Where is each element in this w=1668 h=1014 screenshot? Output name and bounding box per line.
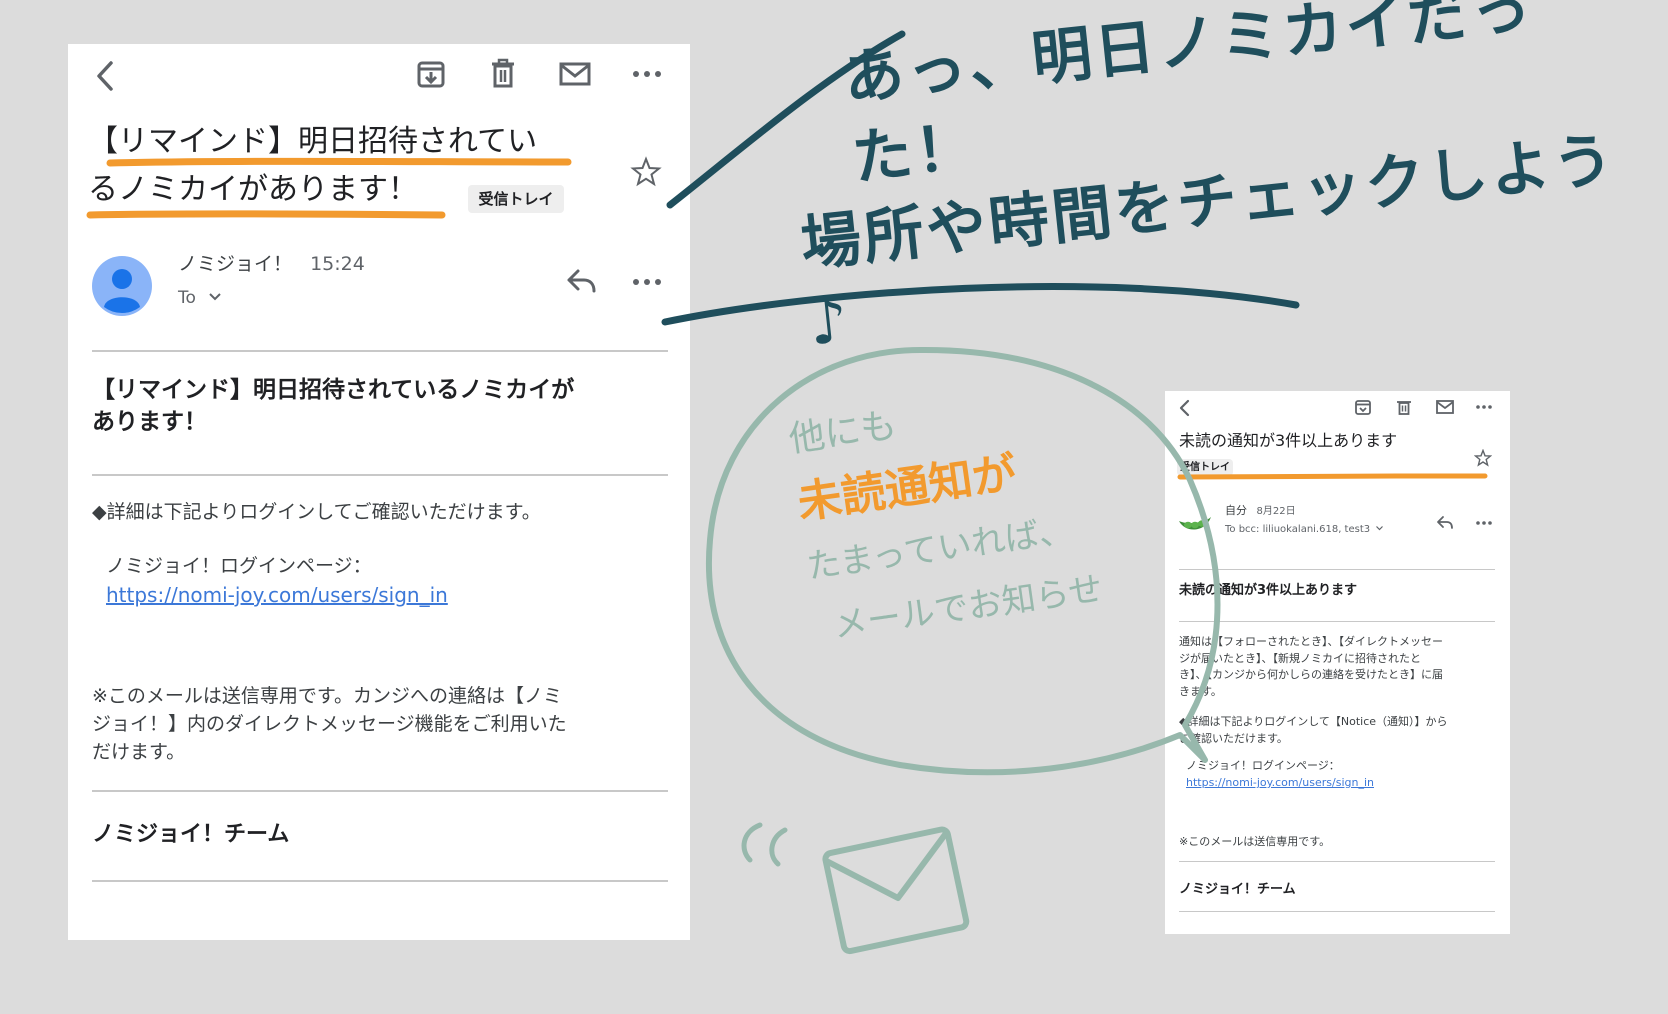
recipient-to: To	[178, 288, 196, 308]
chevron-down-icon	[1376, 526, 1384, 531]
body-heading: 【リマインド】明日招待されているノミカイが あります！	[92, 374, 672, 438]
inbox-label[interactable]: 受信トレイ	[468, 185, 564, 213]
recipient-row[interactable]: To bcc: liliuokalani.618, test3	[1225, 522, 1384, 538]
divider	[1179, 861, 1495, 862]
sender-row: ノミジョイ！ 15:24	[178, 250, 365, 278]
avatar[interactable]	[92, 256, 152, 316]
divider	[1179, 911, 1495, 912]
back-arrow-icon[interactable]	[1177, 398, 1193, 418]
note-line: ジョイ！】内のダイレクトメッセージ機能をご利用いた	[92, 713, 567, 735]
login-label: ノミジョイ！ログインページ：	[106, 555, 372, 577]
trash-icon[interactable]	[487, 57, 519, 91]
divider	[1179, 569, 1495, 570]
back-arrow-icon[interactable]	[92, 58, 120, 94]
sent-time: 15:24	[310, 253, 365, 275]
notification-description: 通知は【フォローされたとき】、【ダイレクトメッセー ジが届いたとき】、【新規ノミ…	[1179, 634, 1504, 700]
note-line: だけます。	[92, 741, 186, 763]
sent-date: 8月22日	[1256, 506, 1296, 517]
signature: ノミジョイ！チーム	[92, 822, 290, 847]
recipient-row[interactable]: To	[178, 284, 223, 312]
details-line: ◆詳細は下記よりログインして【Notice（通知）】から	[1179, 715, 1448, 728]
body-line: 通知は【フォローされたとき】、【ダイレクトメッセー	[1179, 635, 1443, 648]
signature: ノミジョイ！チーム	[1179, 882, 1296, 897]
body-line: きます。	[1179, 684, 1222, 698]
archive-icon[interactable]	[414, 57, 448, 91]
chevron-down-icon	[209, 293, 222, 301]
envelope-doodle-icon	[822, 826, 970, 955]
note-line: ※このメールは送信専用です。カンジへの連絡は【ノミ	[92, 685, 563, 707]
reply-icon[interactable]	[564, 266, 598, 296]
motion-marks	[741, 822, 788, 867]
message-more-icon[interactable]	[631, 272, 663, 292]
archive-icon[interactable]	[1354, 398, 1372, 416]
login-link[interactable]: https://nomi-joy.com/users/sign_in	[106, 581, 448, 609]
star-icon[interactable]	[630, 156, 662, 188]
main-email-card: 【リマインド】明日招待されているノミカイがあります！ 受信トレイ ノミジョイ！ …	[68, 44, 690, 940]
star-icon[interactable]	[1474, 449, 1492, 467]
divider	[92, 790, 668, 792]
send-only-note: ※このメールは送信専用です。	[1179, 835, 1331, 848]
email-subject: 未読の通知が3件以上あります	[1179, 431, 1398, 450]
trash-icon[interactable]	[1395, 398, 1413, 416]
divider	[92, 350, 668, 352]
details-text: ◆詳細は下記よりログインして【Notice（通知）】から ご確認いただけます。	[1179, 714, 1504, 747]
mail-icon[interactable]	[1435, 398, 1455, 416]
inbox-label[interactable]: 受信トレイ	[1177, 459, 1233, 476]
body-line: き】、【カンジから何かしらの連絡を受けたとき】に届	[1179, 668, 1443, 681]
headline-annotation: あっ、明日ノミカイだった！ 場所や時間をチェックしよう♪	[798, 0, 1668, 360]
divider	[92, 474, 668, 476]
divider	[92, 880, 668, 882]
sender-name[interactable]: 自分	[1225, 504, 1247, 517]
details-text: ◆詳細は下記よりログインしてご確認いただけます。	[92, 501, 541, 523]
sender-name[interactable]: ノミジョイ！	[178, 253, 292, 275]
mail-icon[interactable]	[557, 57, 593, 91]
more-options-icon[interactable]	[1475, 401, 1493, 413]
bubble-annotation: 他にも 未読通知が たまっていれば、 メールでお知らせ	[785, 363, 1157, 660]
divider	[1179, 621, 1495, 622]
login-label: ノミジョイ！ログインページ：	[1186, 759, 1340, 772]
unread-notice-email-card: 未読の通知が3件以上あります 受信トレイ 自分 8月22日 To bcc: li…	[1165, 391, 1510, 934]
avatar[interactable]	[1177, 511, 1213, 537]
send-only-note: ※このメールは送信専用です。カンジへの連絡は【ノミ ジョイ！】内のダイレクトメッ…	[92, 682, 672, 766]
body-line: ジが届いたとき】、【新規ノミカイに招待されたと	[1179, 651, 1421, 665]
body-heading-line: あります！	[92, 409, 207, 435]
recipient-to: To bcc: liliuokalani.618, test3	[1225, 524, 1371, 535]
reply-icon[interactable]	[1435, 514, 1455, 532]
login-link[interactable]: https://nomi-joy.com/users/sign_in	[1186, 775, 1374, 791]
sender-row: 自分 8月22日	[1225, 503, 1296, 520]
body-heading: 未読の通知が3件以上あります	[1179, 583, 1358, 598]
message-more-icon[interactable]	[1475, 517, 1493, 529]
more-options-icon[interactable]	[631, 64, 663, 84]
body-heading-line: 【リマインド】明日招待されているノミカイが	[92, 377, 575, 403]
details-line: ご確認いただけます。	[1179, 731, 1288, 745]
